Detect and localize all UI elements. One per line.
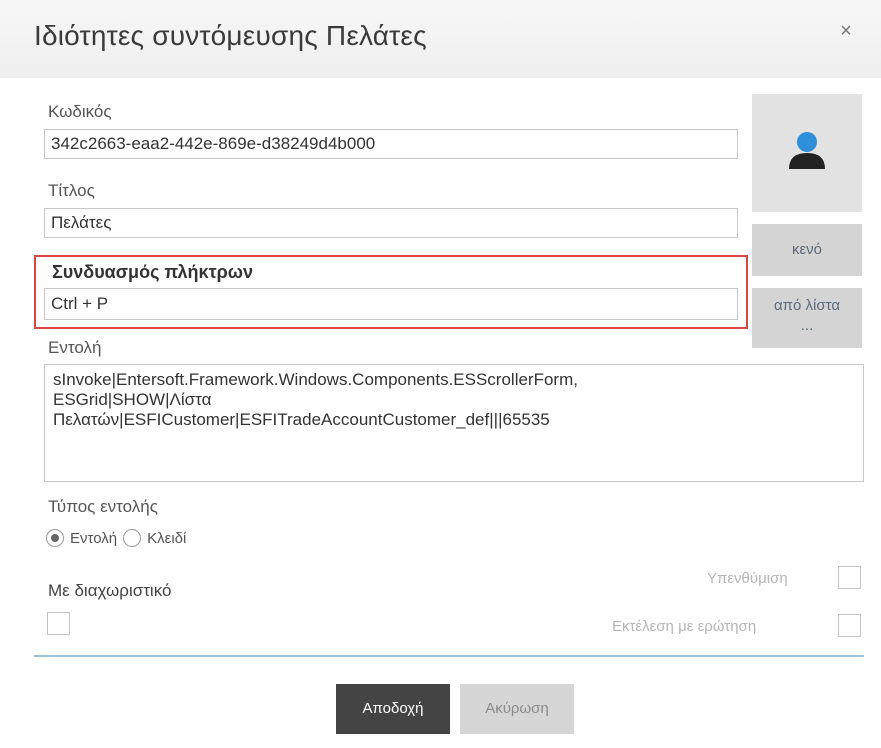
title-field[interactable] bbox=[44, 208, 738, 238]
confirm-execution-label: Εκτέλεση με ερώτηση bbox=[612, 618, 757, 635]
separator-label: Με διαχωριστικό bbox=[48, 581, 172, 600]
command-type-radio-group: Εντολή Κλειδί bbox=[46, 529, 186, 547]
confirm-execution-checkbox[interactable] bbox=[838, 614, 861, 637]
clear-image-button[interactable]: κενό bbox=[752, 224, 862, 276]
footer-divider bbox=[34, 655, 864, 657]
reminder-label: Υπενθύμιση bbox=[707, 570, 788, 587]
shortcut-image[interactable] bbox=[752, 94, 862, 212]
hotkey-label: Συνδυασμός πλήκτρων bbox=[52, 262, 253, 282]
radio-command-label[interactable]: Εντολή bbox=[70, 530, 117, 547]
code-label: Κωδικός bbox=[48, 102, 112, 121]
separator-checkbox[interactable] bbox=[47, 612, 70, 635]
command-label: Εντολή bbox=[48, 338, 102, 357]
command-type-label: Τύπος εντολής bbox=[48, 497, 158, 516]
radio-key-label[interactable]: Κλειδί bbox=[147, 530, 186, 547]
command-textarea[interactable]: sInvoke|Entersoft.Framework.Windows.Comp… bbox=[44, 364, 864, 482]
cancel-button[interactable]: Ακύρωση bbox=[460, 684, 574, 734]
title-label: Τίτλος bbox=[48, 181, 95, 200]
radio-command[interactable] bbox=[46, 529, 64, 547]
dialog-title: Ιδιότητες συντόμευσης Πελάτες bbox=[34, 20, 427, 51]
from-list-button[interactable]: από λίστα ... bbox=[752, 288, 862, 348]
reminder-checkbox[interactable] bbox=[838, 566, 861, 589]
shortcut-properties-dialog: Ιδιότητες συντόμευσης Πελάτες × Κωδικός … bbox=[0, 0, 881, 748]
hotkey-field[interactable] bbox=[44, 288, 738, 320]
accept-button[interactable]: Αποδοχή bbox=[336, 684, 450, 734]
user-icon bbox=[789, 132, 825, 169]
radio-key[interactable] bbox=[123, 529, 142, 547]
dialog-header: Ιδιότητες συντόμευσης Πελάτες × bbox=[0, 0, 881, 78]
code-field[interactable] bbox=[44, 129, 738, 159]
close-icon[interactable]: × bbox=[833, 18, 859, 44]
